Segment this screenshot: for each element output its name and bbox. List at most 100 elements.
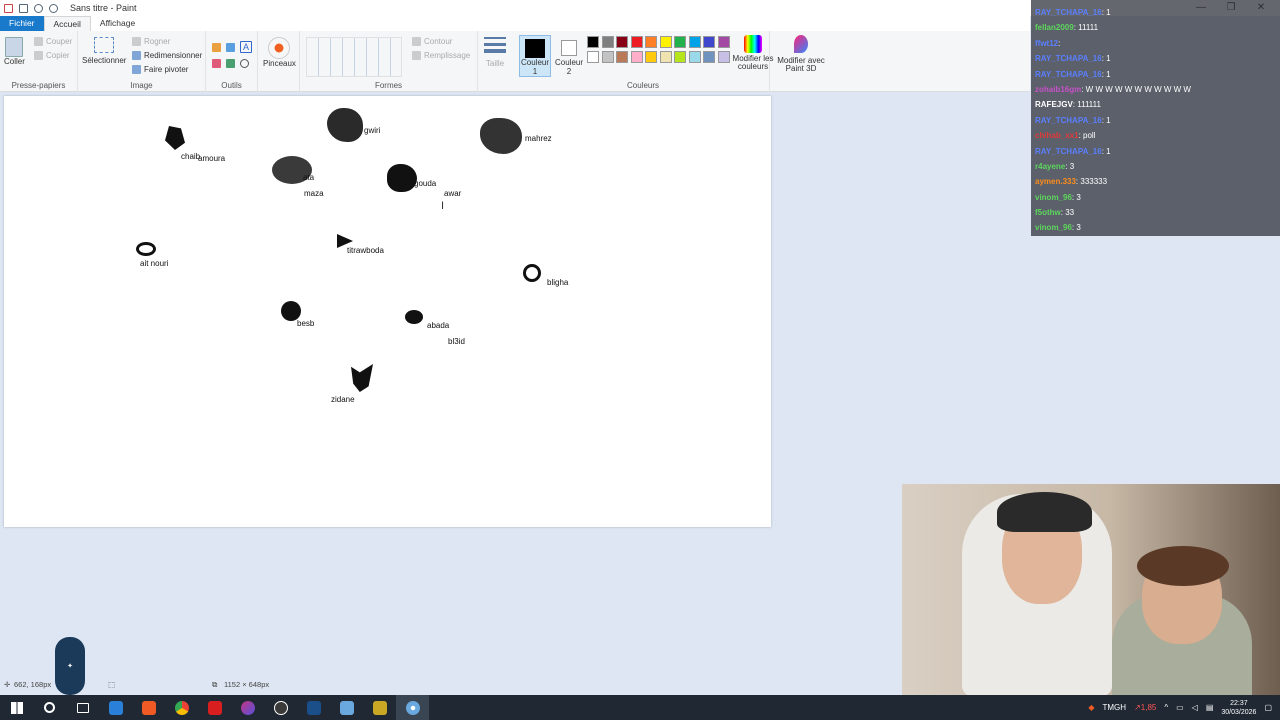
- eraser-icon[interactable]: [212, 59, 221, 68]
- palette-swatch[interactable]: [616, 36, 628, 48]
- player-label: gwiri: [364, 126, 381, 135]
- start-button[interactable]: [0, 695, 33, 720]
- edit-colors-button[interactable]: Modifier les couleurs: [732, 35, 774, 71]
- text-tool-icon[interactable]: A: [240, 41, 252, 53]
- palette-swatch[interactable]: [659, 36, 672, 48]
- chat-username[interactable]: ffwt12: [1035, 39, 1058, 48]
- palette-swatch[interactable]: [703, 36, 715, 48]
- chat-username[interactable]: zohaib16gm: [1035, 85, 1081, 94]
- pencil-icon[interactable]: [212, 43, 221, 52]
- chat-username[interactable]: vinom_96: [1035, 193, 1072, 202]
- palette-swatch[interactable]: [630, 36, 643, 48]
- redo-icon[interactable]: [49, 3, 58, 13]
- cut-button[interactable]: Couper: [34, 37, 72, 46]
- network-icon[interactable]: ▭: [1176, 703, 1184, 712]
- palette-swatch[interactable]: [703, 50, 715, 63]
- taskbar-app[interactable]: [198, 695, 231, 720]
- undo-icon[interactable]: [34, 3, 43, 13]
- palette-swatch[interactable]: [601, 50, 614, 63]
- chat-message: RAY_TCHAPA_16: 1: [1031, 67, 1280, 82]
- brushes-button[interactable]: Pinceaux: [263, 37, 296, 68]
- color1-button[interactable]: Couleur 1: [519, 35, 551, 77]
- size-button[interactable]: Taille: [484, 37, 506, 68]
- chat-message: RAY_TCHAPA_16: 1: [1031, 5, 1280, 20]
- taskbar-app[interactable]: [363, 695, 396, 720]
- palette-swatch[interactable]: [587, 36, 599, 48]
- select-button[interactable]: Sélectionner: [82, 37, 126, 65]
- save-icon[interactable]: [19, 3, 28, 13]
- tray-app-value: ↗1,85: [1134, 703, 1157, 712]
- fill-button[interactable]: Remplissage: [412, 51, 470, 60]
- chat-username[interactable]: RAY_TCHAPA_16: [1035, 70, 1102, 79]
- palette-swatch[interactable]: [630, 50, 643, 63]
- size-group: Taille: [478, 31, 516, 92]
- tab-home[interactable]: Accueil: [43, 16, 91, 31]
- tray-app-icon[interactable]: ◆: [1088, 703, 1094, 712]
- notifications-icon[interactable]: ▢: [1264, 703, 1272, 712]
- palette-swatch[interactable]: [674, 36, 686, 48]
- chat-message: zohaib16gm: W W W W W W W W W W W: [1031, 82, 1280, 97]
- image-group-label: Image: [130, 81, 153, 90]
- chat-username[interactable]: RAY_TCHAPA_16: [1035, 54, 1102, 63]
- color-picker-icon[interactable]: [226, 59, 235, 68]
- palette-swatch[interactable]: [688, 36, 701, 48]
- guest-hair: [1137, 546, 1229, 586]
- palette-swatch[interactable]: [717, 36, 730, 48]
- taskbar-app[interactable]: [165, 695, 198, 720]
- keyboard-icon[interactable]: ▤: [1206, 703, 1214, 712]
- chat-username[interactable]: RAY_TCHAPA_16: [1035, 116, 1102, 125]
- crop-button[interactable]: Rogner: [132, 37, 170, 46]
- shapes-gallery[interactable]: [306, 37, 402, 77]
- palette-swatch[interactable]: [645, 50, 657, 63]
- taskbar-app[interactable]: [297, 695, 330, 720]
- fill-bucket-icon[interactable]: [226, 43, 235, 52]
- task-view-button[interactable]: [66, 695, 99, 720]
- chat-username[interactable]: RAY_TCHAPA_16: [1035, 8, 1102, 17]
- chat-username[interactable]: RAFEJGV: [1035, 100, 1073, 109]
- taskbar-app[interactable]: [231, 695, 264, 720]
- copy-button[interactable]: Copier: [34, 51, 70, 60]
- clipboard-group: Coller Couper Copier Presse-papiers: [0, 31, 78, 92]
- taskbar-app[interactable]: [330, 695, 363, 720]
- rotate-button[interactable]: Faire pivoter: [132, 65, 188, 74]
- taskbar-app-active[interactable]: [396, 695, 429, 720]
- tab-view[interactable]: Affichage: [91, 16, 144, 31]
- palette-swatch[interactable]: [645, 36, 657, 48]
- chat-username[interactable]: f5othw: [1035, 208, 1061, 217]
- color2-button[interactable]: Couleur 2: [553, 35, 585, 77]
- crop-icon: [132, 37, 141, 46]
- selection-icon: ⬚: [108, 680, 116, 689]
- chat-message: RAY_TCHAPA_16: 1: [1031, 144, 1280, 159]
- palette-swatch[interactable]: [674, 50, 686, 63]
- outline-button[interactable]: Contour: [412, 37, 452, 46]
- tab-file[interactable]: Fichier: [0, 16, 44, 31]
- chat-username[interactable]: aymen.333: [1035, 177, 1076, 186]
- taskbar-app[interactable]: [264, 695, 297, 720]
- chevron-up-icon[interactable]: ^: [1164, 703, 1168, 712]
- volume-icon[interactable]: ◁: [1192, 703, 1198, 712]
- chat-username[interactable]: chihab_xx1: [1035, 131, 1079, 140]
- palette-swatch[interactable]: [659, 50, 672, 63]
- paint-icon: [405, 700, 420, 715]
- paste-button[interactable]: Coller: [4, 37, 25, 66]
- paint3d-button[interactable]: Modifier avec Paint 3D: [776, 35, 826, 73]
- magnifier-icon[interactable]: [240, 59, 249, 68]
- palette-swatch[interactable]: [601, 36, 614, 48]
- resize-button[interactable]: Redimensionner: [132, 51, 202, 60]
- eagle-emblem-icon: ✦: [67, 663, 73, 670]
- search-button[interactable]: [33, 695, 66, 720]
- chat-username[interactable]: fellan2009: [1035, 23, 1074, 32]
- clock[interactable]: 22:37 30/03/2026: [1221, 699, 1256, 717]
- palette-swatch[interactable]: [688, 50, 701, 63]
- brushes-label: Pinceaux: [263, 59, 296, 68]
- chat-username[interactable]: RAY_TCHAPA_16: [1035, 147, 1102, 156]
- chat-message: RAY_TCHAPA_16: 1: [1031, 113, 1280, 128]
- taskbar-app[interactable]: [132, 695, 165, 720]
- palette-swatch[interactable]: [587, 50, 599, 63]
- chat-username[interactable]: vinom_96: [1035, 223, 1072, 232]
- taskbar-app[interactable]: [99, 695, 132, 720]
- palette-swatch[interactable]: [717, 50, 730, 63]
- palette-swatch[interactable]: [616, 50, 628, 63]
- drawing-canvas[interactable]: chaib amoura gwiri mahrez ata maza gouda…: [4, 96, 771, 527]
- chat-username[interactable]: r4ayene: [1035, 162, 1065, 171]
